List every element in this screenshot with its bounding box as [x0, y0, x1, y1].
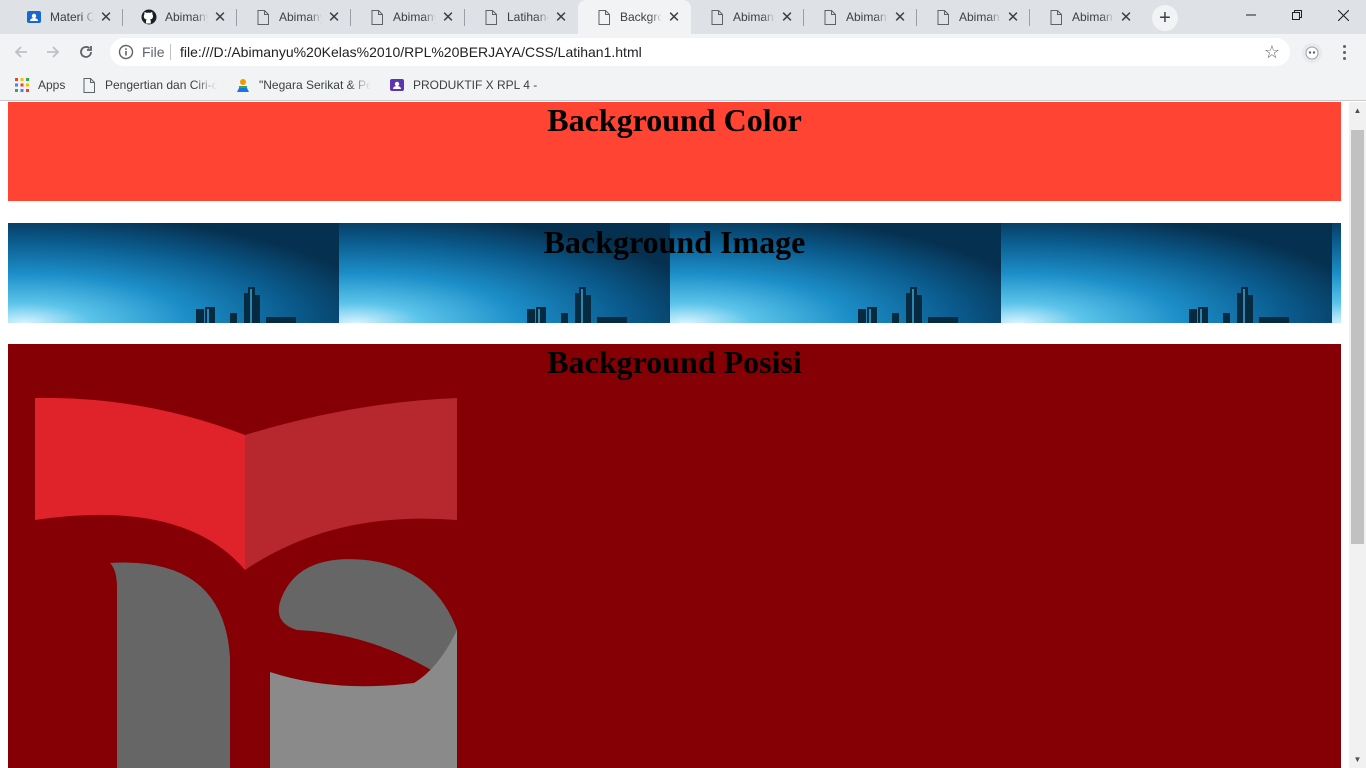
tab-latihan4[interactable]: Latihan4 ✕	[465, 0, 578, 34]
close-icon[interactable]: ✕	[779, 9, 795, 25]
book-logo-image	[35, 398, 457, 768]
tab-title: Abimanyu	[959, 10, 1001, 24]
bookmark-label: PRODUKTIF X RPL 4 -	[413, 78, 538, 92]
scroll-down-arrow-icon[interactable]: ▼	[1349, 751, 1366, 768]
tab-abimanyu-3[interactable]: Abimanyu ✕	[351, 0, 465, 34]
tab-title: Abimanyu	[733, 10, 775, 24]
tab-background-active[interactable]: Background ✕	[578, 0, 691, 34]
apps-grid-icon	[14, 77, 30, 93]
bookmark-label: Pengertian dan Ciri-ciri	[105, 78, 217, 92]
close-window-button[interactable]	[1320, 0, 1366, 30]
browser-toolbar: File file:///D:/Abimanyu%20Kelas%2010/RP…	[0, 34, 1366, 70]
tab-title: Materi CSS	[50, 10, 94, 24]
close-icon[interactable]: ✕	[892, 9, 908, 25]
bookmarks-bar: Apps Pengertian dan Ciri-ciri "Negara Se…	[0, 70, 1366, 101]
reader-icon	[235, 77, 251, 93]
file-icon	[596, 9, 612, 25]
url-text[interactable]: file:///D:/Abimanyu%20Kelas%2010/RPL%20B…	[180, 44, 642, 60]
tab-title: Abimanyu	[279, 10, 322, 24]
tab-abimanyu-github[interactable]: Abimanyu ✕	[123, 0, 237, 34]
tab-title: Latihan4	[507, 10, 549, 24]
tab-title: Abimanyu	[165, 10, 208, 24]
tab-abimanyu-9[interactable]: Abimanyu ✕	[1030, 0, 1143, 34]
back-button[interactable]	[8, 39, 34, 65]
github-icon	[141, 9, 157, 25]
forward-button[interactable]	[40, 39, 66, 65]
close-icon[interactable]: ✕	[553, 9, 569, 25]
tab-abimanyu-7[interactable]: Abimanyu ✕	[804, 0, 917, 34]
bookmark-label: "Negara Serikat & Pe	[259, 78, 371, 92]
section-heading: Background Image	[543, 224, 806, 260]
background-image-section: Background Image	[8, 223, 1341, 323]
close-icon[interactable]: ✕	[440, 9, 456, 25]
scroll-up-arrow-icon[interactable]: ▲	[1349, 102, 1366, 119]
tab-title: Abimanyu	[1072, 10, 1114, 24]
bookmark-apps[interactable]: Apps	[14, 76, 65, 94]
close-icon[interactable]: ✕	[98, 9, 114, 25]
reload-icon	[80, 46, 92, 58]
scrollbar-thumb[interactable]	[1351, 130, 1364, 544]
bookmark-produktif[interactable]: PRODUKTIF X RPL 4 -	[389, 76, 537, 94]
back-arrow-icon	[14, 46, 27, 58]
tab-title: Abimanyu	[393, 10, 436, 24]
forward-arrow-icon	[47, 46, 60, 58]
scheme-label: File	[142, 44, 165, 60]
new-tab-button[interactable]: +	[1152, 5, 1178, 31]
classroom-icon	[26, 9, 42, 25]
section-heading: Background Posisi	[547, 344, 802, 380]
vertical-scrollbar[interactable]: ▲ ▼	[1349, 102, 1366, 768]
reload-button[interactable]	[73, 39, 99, 65]
close-icon[interactable]: ✕	[666, 9, 682, 25]
browser-menu-icon[interactable]	[1334, 42, 1354, 62]
minimize-button[interactable]	[1228, 0, 1274, 30]
tab-abimanyu-8[interactable]: Abimanyu ✕	[917, 0, 1030, 34]
file-icon	[369, 9, 385, 25]
file-icon	[935, 9, 951, 25]
tab-abimanyu-6[interactable]: Abimanyu ✕	[691, 0, 804, 34]
bookmark-negara-serikat[interactable]: "Negara Serikat & Pe	[235, 76, 371, 94]
info-icon[interactable]	[118, 44, 134, 60]
page-viewport[interactable]: Background Color Background Image Backgr…	[0, 102, 1349, 768]
file-icon	[709, 9, 725, 25]
restore-button[interactable]	[1274, 0, 1320, 30]
file-icon	[255, 9, 271, 25]
close-icon[interactable]: ✕	[1005, 9, 1021, 25]
close-icon[interactable]: ✕	[212, 9, 228, 25]
file-icon	[81, 77, 97, 93]
close-icon[interactable]: ✕	[326, 9, 342, 25]
address-bar[interactable]: File file:///D:/Abimanyu%20Kelas%2010/RP…	[110, 38, 1290, 66]
bookmark-label: Apps	[38, 78, 66, 92]
tab-strip: Materi CSS ✕ Abimanyu ✕ Abimanyu ✕ Abima…	[0, 0, 1366, 34]
background-color-section: Background Color	[8, 102, 1341, 201]
profile-avatar-icon[interactable]	[1302, 43, 1322, 63]
classroom-icon	[389, 77, 405, 93]
bookmark-pengertian[interactable]: Pengertian dan Ciri-ciri	[81, 76, 217, 94]
tab-materi-css[interactable]: Materi CSS ✕	[8, 0, 123, 34]
file-icon	[822, 9, 838, 25]
file-icon	[483, 9, 499, 25]
bookmark-star-icon[interactable]: ☆	[1262, 42, 1282, 62]
tab-title: Background	[620, 10, 662, 24]
tab-abimanyu-2[interactable]: Abimanyu ✕	[237, 0, 351, 34]
close-icon[interactable]: ✕	[1118, 9, 1134, 25]
tab-title: Abimanyu	[846, 10, 888, 24]
section-heading: Background Color	[547, 102, 802, 138]
file-icon	[1048, 9, 1064, 25]
background-position-section: Background Posisi	[8, 344, 1341, 768]
